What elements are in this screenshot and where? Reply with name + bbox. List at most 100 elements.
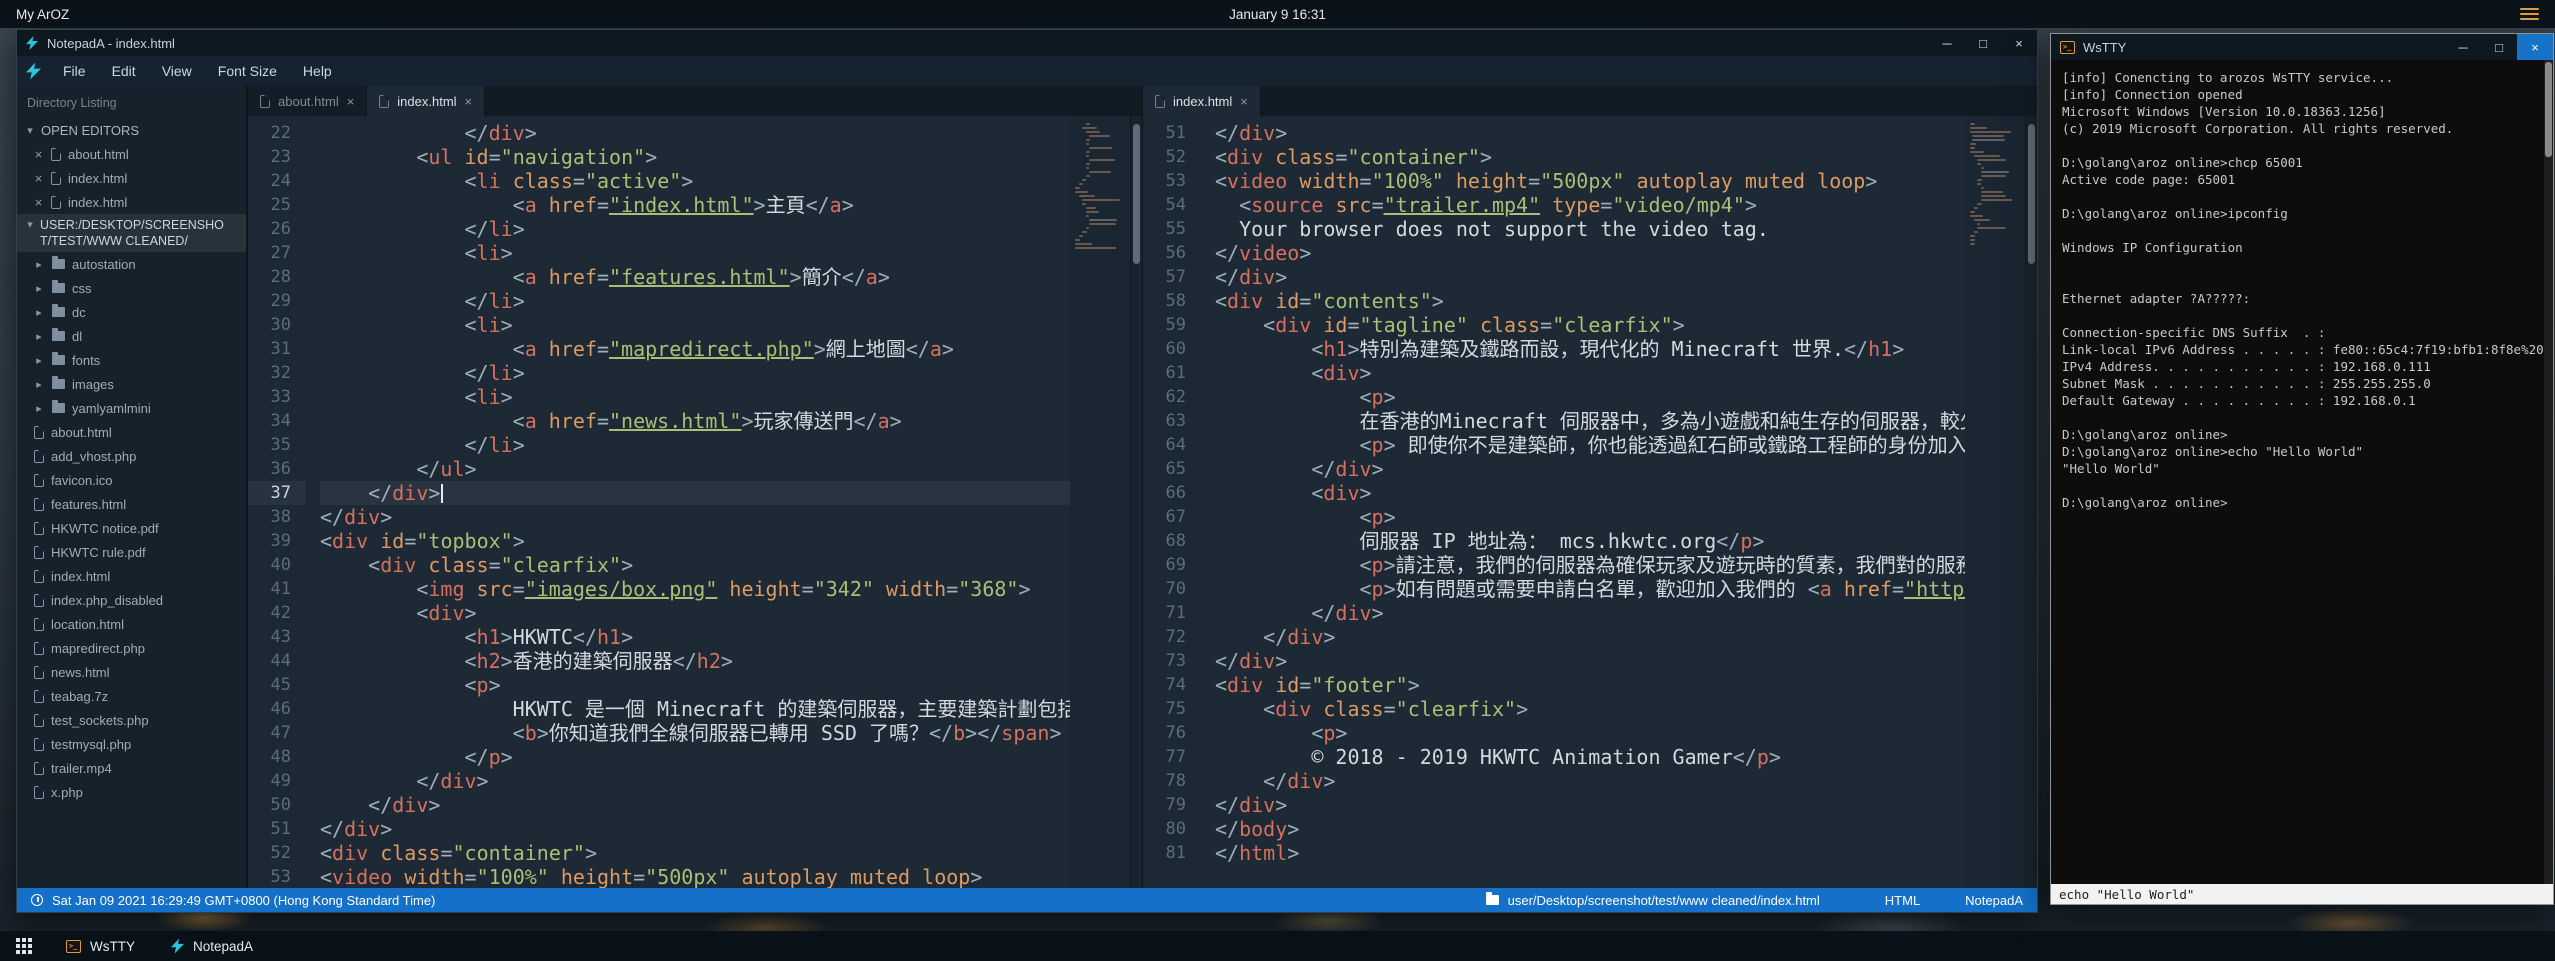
open-editors-section[interactable]: ▾ OPEN EDITORS bbox=[17, 118, 246, 142]
tree-file[interactable]: HKWTC notice.pdf bbox=[17, 516, 246, 540]
code-line[interactable]: <li> bbox=[320, 385, 1070, 409]
code-line[interactable]: <p> bbox=[1215, 505, 1965, 529]
code-line[interactable]: </div> bbox=[320, 793, 1070, 817]
open-editor-item[interactable]: ×about.html bbox=[17, 142, 246, 166]
tree-file[interactable]: news.html bbox=[17, 660, 246, 684]
code-line[interactable]: © 2018 - 2019 HKWTC Animation Gamer</p> bbox=[1215, 745, 1965, 769]
taskbar-item-notepada[interactable]: NotepadA bbox=[153, 931, 271, 961]
menu-view[interactable]: View bbox=[149, 56, 205, 86]
code-line[interactable]: <li> bbox=[320, 241, 1070, 265]
code-line[interactable]: </div> bbox=[320, 505, 1070, 529]
code-line[interactable]: <p> bbox=[320, 673, 1070, 697]
code-line[interactable]: 在香港的Minecraft 伺服器中，多為小遊戲和純生存的伺服器，較少擁有 bbox=[1215, 409, 1965, 433]
code-line[interactable]: <video width="100%" height="500px" autop… bbox=[1215, 169, 1965, 193]
code-line[interactable]: <div id="topbox"> bbox=[320, 529, 1070, 553]
code-line[interactable]: <p>如有問題或需要申請白名單，歡迎加入我們的 <a href="https:/… bbox=[1215, 577, 1965, 601]
left-minimap[interactable] bbox=[1070, 116, 1130, 888]
close-file-icon[interactable]: × bbox=[33, 147, 44, 162]
close-button[interactable]: × bbox=[2001, 30, 2037, 56]
tree-file[interactable]: teabag.7z bbox=[17, 684, 246, 708]
code-line[interactable]: <div> bbox=[320, 601, 1070, 625]
code-line[interactable]: <a href="features.html">簡介</a> bbox=[320, 265, 1070, 289]
code-line[interactable]: <div id="contents"> bbox=[1215, 289, 1965, 313]
close-button[interactable]: × bbox=[2517, 34, 2553, 60]
code-line[interactable]: <img src="images/box.png" height="342" w… bbox=[320, 577, 1070, 601]
tree-file[interactable]: index.html bbox=[17, 564, 246, 588]
minimize-button[interactable]: ─ bbox=[1929, 30, 1965, 56]
tree-file[interactable]: features.html bbox=[17, 492, 246, 516]
code-line[interactable]: HKWTC 是一個 Minecraft 的建築伺服器，主要建築計劃包括鐵路 bbox=[320, 697, 1070, 721]
code-line[interactable]: </video> bbox=[1215, 241, 1965, 265]
code-line[interactable]: </p> bbox=[320, 745, 1070, 769]
code-line[interactable]: <div class="container"> bbox=[320, 841, 1070, 865]
code-line[interactable]: </html> bbox=[1215, 841, 1965, 865]
right-minimap[interactable] bbox=[1965, 116, 2025, 888]
code-line[interactable]: <a href="index.html">主頁</a> bbox=[320, 193, 1070, 217]
code-line[interactable]: </div> bbox=[1215, 121, 1965, 145]
code-line[interactable]: </div> bbox=[1215, 625, 1965, 649]
code-line[interactable]: </div> bbox=[320, 769, 1070, 793]
scrollbar-thumb[interactable] bbox=[2545, 62, 2552, 157]
code-line[interactable]: <p> bbox=[1215, 385, 1965, 409]
code-line[interactable]: 伺服器 IP 地址為： mcs.hkwtc.org</p> bbox=[1215, 529, 1965, 553]
code-line[interactable]: <ul id="navigation"> bbox=[320, 145, 1070, 169]
code-line[interactable]: <li class="active"> bbox=[320, 169, 1070, 193]
tab-index.html[interactable]: index.html× bbox=[367, 86, 485, 116]
code-line[interactable]: <div class="clearfix"> bbox=[1215, 697, 1965, 721]
workspace-root[interactable]: ▾ USER:/DESKTOP/SCREENSHOT/TEST/WWW CLEA… bbox=[17, 214, 246, 252]
code-line[interactable]: <p> 即使你不是建築師，你也能透過紅石師或鐵路工程師的身份加入我 bbox=[1215, 433, 1965, 457]
code-line[interactable]: </div> bbox=[1215, 265, 1965, 289]
tree-file[interactable]: HKWTC rule.pdf bbox=[17, 540, 246, 564]
code-line[interactable]: <h1>HKWTC</h1> bbox=[320, 625, 1070, 649]
tree-file[interactable]: mapredirect.php bbox=[17, 636, 246, 660]
code-line[interactable]: <div id="tagline" class="clearfix"> bbox=[1215, 313, 1965, 337]
scrollbar-thumb[interactable] bbox=[2028, 124, 2035, 264]
tab-index.html[interactable]: index.html× bbox=[1143, 86, 1261, 116]
wstty-titlebar[interactable]: WsTTY ─ □ × bbox=[2051, 34, 2553, 60]
code-line[interactable]: </div> bbox=[1215, 601, 1965, 625]
tree-folder[interactable]: ▸autostation bbox=[17, 252, 246, 276]
close-tab-icon[interactable]: × bbox=[1240, 94, 1248, 109]
terminal-scrollbar[interactable] bbox=[2544, 60, 2553, 884]
close-tab-icon[interactable]: × bbox=[347, 94, 355, 109]
code-line[interactable]: <p> bbox=[1215, 721, 1965, 745]
code-line[interactable]: </body> bbox=[1215, 817, 1965, 841]
menu-font-size[interactable]: Font Size bbox=[205, 56, 290, 86]
status-language-mode[interactable]: HTML bbox=[1885, 893, 1920, 908]
code-line[interactable]: <source src="trailer.mp4" type="video/mp… bbox=[1215, 193, 1965, 217]
code-line[interactable]: </div> bbox=[320, 121, 1070, 145]
tree-file[interactable]: favicon.ico bbox=[17, 468, 246, 492]
code-line[interactable]: <b>你知道我們全線伺服器已轉用 SSD 了嗎？</b></span> bbox=[320, 721, 1070, 745]
code-line[interactable]: </div> bbox=[1215, 793, 1965, 817]
code-line[interactable]: <div> bbox=[1215, 361, 1965, 385]
code-line[interactable]: <div class="clearfix"> bbox=[320, 553, 1070, 577]
notepad-titlebar[interactable]: NotepadA - index.html ─ □ × bbox=[17, 30, 2037, 56]
close-file-icon[interactable]: × bbox=[33, 195, 44, 210]
tree-file[interactable]: location.html bbox=[17, 612, 246, 636]
left-scrollbar[interactable] bbox=[1130, 116, 1142, 888]
code-line[interactable]: </li> bbox=[320, 361, 1070, 385]
code-line[interactable]: </li> bbox=[320, 433, 1070, 457]
tree-folder[interactable]: ▸css bbox=[17, 276, 246, 300]
code-line[interactable]: <div class="container"> bbox=[1215, 145, 1965, 169]
right-scrollbar[interactable] bbox=[2025, 116, 2037, 888]
code-line[interactable]: </div> bbox=[1215, 769, 1965, 793]
code-line[interactable]: <video width="100%" height="500px" autop… bbox=[320, 865, 1070, 888]
menu-edit[interactable]: Edit bbox=[99, 56, 149, 86]
code-line[interactable]: <li> bbox=[320, 313, 1070, 337]
maximize-button[interactable]: □ bbox=[2481, 34, 2517, 60]
code-line[interactable]: <h2>香港的建築伺服器</h2> bbox=[320, 649, 1070, 673]
code-line[interactable]: <a href="news.html">玩家傳送門</a> bbox=[320, 409, 1070, 433]
tree-file[interactable]: x.php bbox=[17, 780, 246, 804]
tree-file[interactable]: about.html bbox=[17, 420, 246, 444]
tab-about.html[interactable]: about.html× bbox=[248, 86, 367, 116]
code-line[interactable]: Your browser does not support the video … bbox=[1215, 217, 1965, 241]
code-line[interactable]: </div> bbox=[1215, 457, 1965, 481]
close-file-icon[interactable]: × bbox=[33, 171, 44, 186]
code-line[interactable]: </li> bbox=[320, 217, 1070, 241]
code-line[interactable]: <a href="mapredirect.php">網上地圖</a> bbox=[320, 337, 1070, 361]
tree-folder[interactable]: ▸fonts bbox=[17, 348, 246, 372]
apps-grid-icon[interactable] bbox=[16, 938, 32, 954]
minimize-button[interactable]: ─ bbox=[2445, 34, 2481, 60]
right-code-area[interactable]: </div><div class="container"><video widt… bbox=[1201, 116, 1965, 888]
